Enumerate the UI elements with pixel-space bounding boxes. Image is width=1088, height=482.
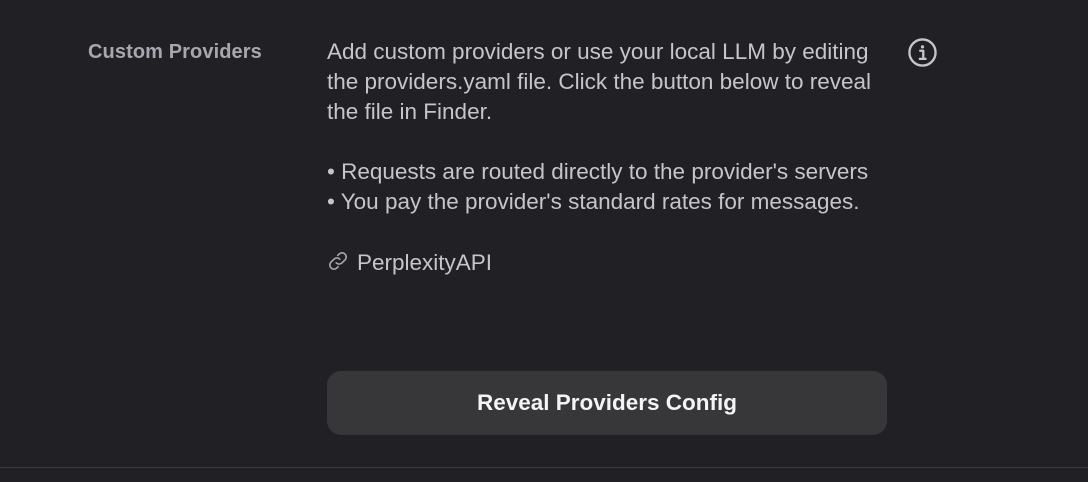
bullet-item-routing: • Requests are routed directly to the pr… xyxy=(327,159,869,184)
bullet-item-pricing: • You pay the provider's standard rates … xyxy=(327,189,860,214)
reveal-providers-config-button[interactable]: Reveal Providers Config xyxy=(327,371,887,435)
bullet-list: • Requests are routed directly to the pr… xyxy=(327,157,887,217)
section-divider xyxy=(0,467,1088,468)
custom-providers-section: Custom Providers Add custom providers or… xyxy=(0,0,1088,467)
info-icon[interactable] xyxy=(907,37,938,68)
provider-name: PerplexityAPI xyxy=(357,250,493,275)
section-label: Custom Providers xyxy=(88,41,262,63)
section-content: Add custom providers or use your local L… xyxy=(327,37,887,278)
link-icon xyxy=(327,250,349,272)
section-description: Add custom providers or use your local L… xyxy=(327,39,872,124)
provider-item: PerplexityAPI xyxy=(327,248,887,278)
